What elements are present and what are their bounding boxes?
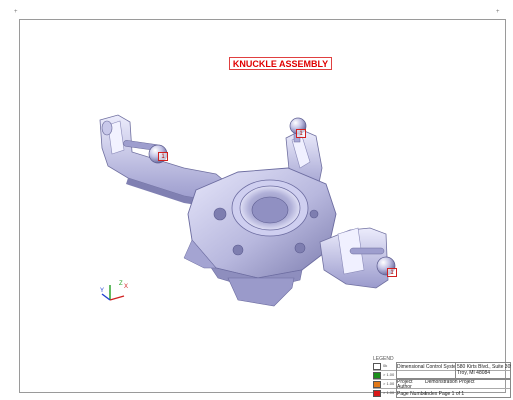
page-title: KNUCKLE ASSEMBLY xyxy=(229,57,332,70)
knuckle-assembly-model[interactable] xyxy=(88,110,418,335)
title-block: LEGEND 0k > 1.00 > 1.00 > 1.00 Dimension… xyxy=(369,356,513,400)
divider xyxy=(455,362,456,379)
corner-mark-top-right: + xyxy=(496,9,500,15)
corner-mark-top-left: + xyxy=(14,9,18,15)
legend-swatch xyxy=(373,363,381,370)
measurement-marker[interactable]: 1 xyxy=(296,129,306,138)
axis-y-label: Y xyxy=(100,288,105,294)
legend-swatch xyxy=(373,372,381,379)
address-line-2: Troy, MI 48084 xyxy=(457,370,491,376)
hub-body xyxy=(183,167,337,307)
company-name: Dimensional Control Systems xyxy=(397,364,455,370)
axis-x-label: X xyxy=(124,284,129,290)
measurement-marker[interactable]: 1 xyxy=(387,268,397,277)
drawing-page: + + KNUCKLE ASSEMBLY 1 1 1 Y Z X LEGEND … xyxy=(0,0,513,400)
legend-swatch xyxy=(373,390,381,397)
axis-z-label: Z xyxy=(119,281,123,287)
measurement-marker[interactable]: 1 xyxy=(158,152,168,161)
legend-swatch xyxy=(373,381,381,388)
project-box xyxy=(396,379,511,398)
